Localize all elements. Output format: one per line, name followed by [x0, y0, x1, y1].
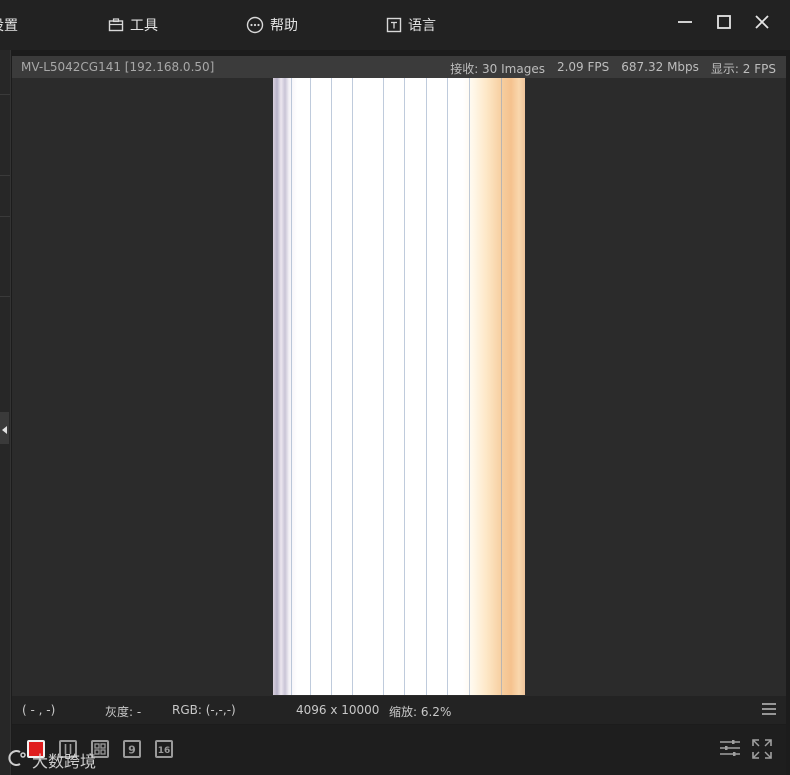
acquisition-fps: 2.09 FPS [556, 60, 610, 74]
image-stripe [447, 78, 448, 695]
chevron-left-icon [1, 419, 8, 438]
divider [0, 94, 10, 95]
image-viewer[interactable] [12, 78, 786, 696]
zoom-level: 缩放: 6.2% [389, 705, 452, 719]
received-count: 接收: 30 Images [450, 62, 545, 76]
svg-text:9: 9 [128, 744, 136, 757]
watermark-logo-icon [8, 749, 28, 771]
camera-info-bar: MV-L5042CG141 [192.168.0.50] 接收: 30 Imag… [12, 56, 786, 78]
menu-settings[interactable]: 设置 [0, 14, 18, 36]
image-stripe [426, 78, 427, 695]
rgb-value: RGB: (-,-,-) [172, 703, 236, 717]
watermark-text: 大数跨境 [32, 752, 97, 771]
image-stripe [291, 78, 292, 695]
close-button[interactable] [747, 10, 777, 38]
menu-help[interactable]: 帮助 [246, 14, 298, 36]
panel-collapse-button[interactable] [0, 412, 9, 444]
bottom-toolbar: 9 16 [12, 725, 786, 775]
image-stripe [352, 78, 353, 695]
language-icon [386, 17, 402, 33]
image-stripe [404, 78, 405, 695]
image-stripe [331, 78, 332, 695]
menu-language-label: 语言 [408, 18, 436, 34]
minimize-button[interactable] [670, 10, 700, 38]
stream-stats: 接收: 30 Images 2.09 FPS 687.32 Mbps 显示: 2… [450, 60, 776, 77]
layout-9-button[interactable]: 9 [123, 740, 141, 758]
adjust-button[interactable] [720, 739, 740, 761]
divider [0, 296, 10, 297]
image-resolution: 4096 x 10000 [296, 703, 380, 717]
display-fps: 显示: 2 FPS [710, 62, 776, 76]
layout-16-button[interactable]: 16 [155, 740, 173, 758]
camera-image[interactable] [273, 78, 525, 695]
menu-tools[interactable]: 工具 [108, 14, 158, 36]
image-stripe [310, 78, 311, 695]
image-stripe [383, 78, 384, 695]
maximize-icon [716, 14, 732, 34]
maximize-button[interactable] [709, 10, 739, 38]
menu-settings-label: 设置 [0, 18, 18, 34]
fullscreen-icon [752, 739, 772, 763]
camera-name: MV-L5042CG141 [192.168.0.50] [21, 60, 215, 74]
gray-value: 灰度: - [105, 705, 142, 719]
fullscreen-button[interactable] [752, 739, 772, 763]
divider [0, 216, 10, 217]
toolbox-icon [108, 17, 124, 33]
image-stripe [469, 78, 470, 695]
menu-language[interactable]: 语言 [386, 14, 436, 36]
divider [0, 175, 10, 176]
minimize-icon [677, 14, 693, 34]
menu-help-label: 帮助 [270, 18, 298, 34]
menu-icon[interactable] [762, 703, 776, 715]
close-icon [754, 14, 770, 34]
image-stripe [501, 78, 502, 695]
cursor-coords: ( - , -) [22, 703, 56, 717]
bandwidth: 687.32 Mbps [621, 60, 699, 74]
watermark: 大数跨境 [8, 748, 96, 772]
sliders-icon [720, 740, 740, 761]
menu-bar: 设置 工具 帮助 语言 [0, 0, 790, 50]
help-icon [246, 16, 264, 34]
svg-text:16: 16 [158, 746, 171, 756]
status-bar: ( - , -) 灰度: - RGB: (-,-,-) 4096 x 10000… [12, 696, 786, 724]
menu-tools-label: 工具 [130, 18, 158, 34]
